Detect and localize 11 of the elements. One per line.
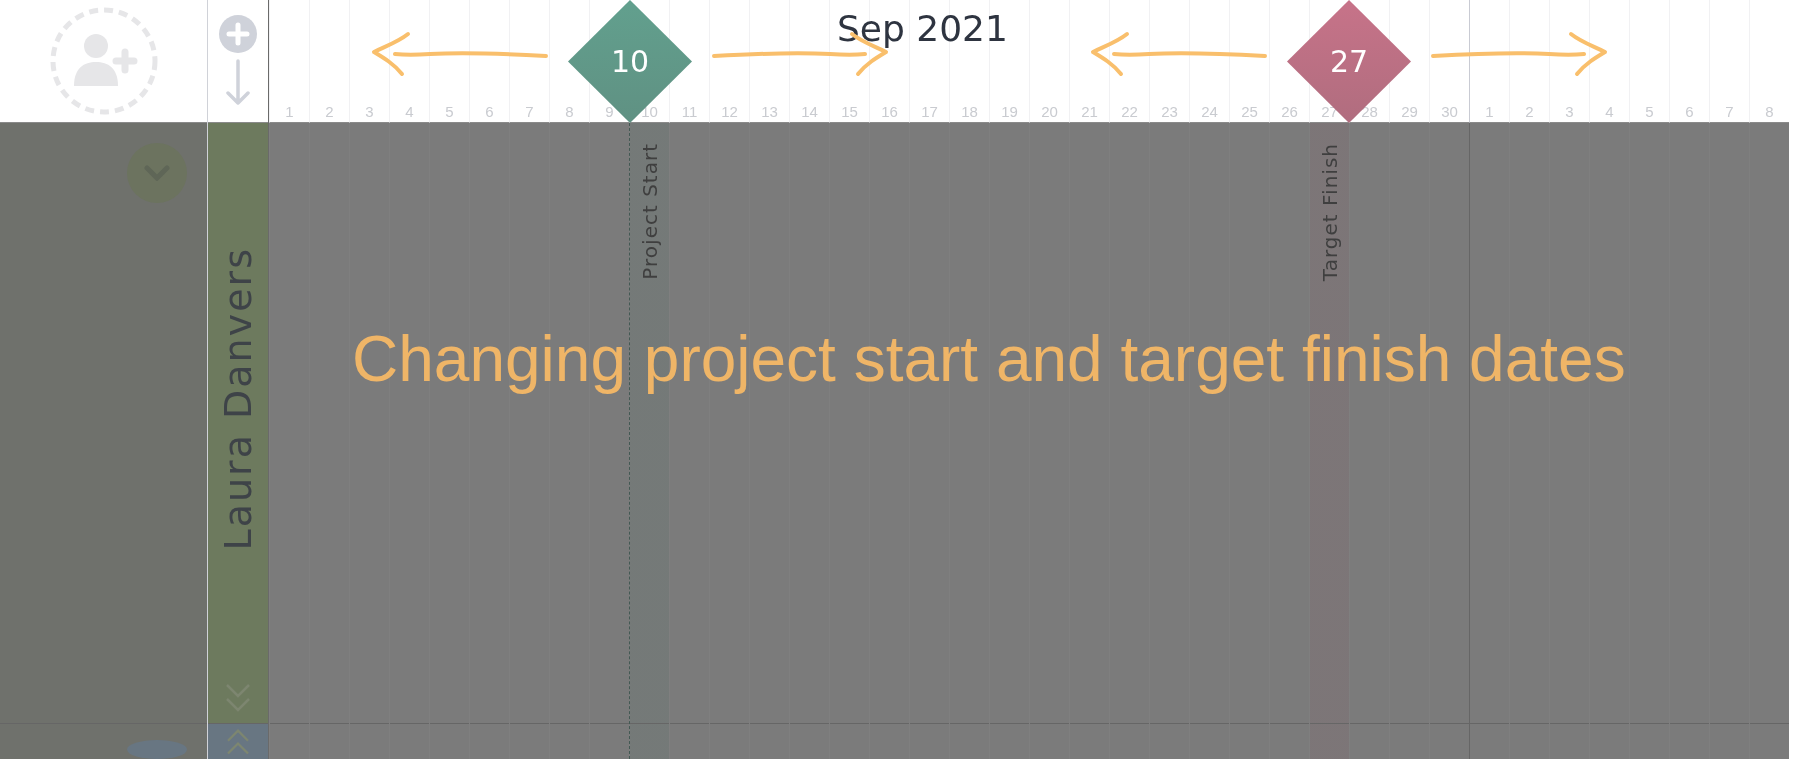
month-title: Sep 2021	[837, 8, 1008, 49]
left-arrow-icon	[1089, 30, 1267, 78]
add-person-icon[interactable]	[48, 6, 159, 116]
caption-text: Changing project start and target finish dates	[352, 322, 1626, 396]
left-arrow-icon	[370, 30, 548, 78]
add-button[interactable]	[219, 15, 257, 53]
marker-label: Project Start	[637, 143, 662, 280]
right-arrow-icon	[1431, 30, 1609, 78]
marker-label: Target Finish	[1317, 143, 1342, 282]
down-arrow-icon	[226, 59, 250, 107]
person-name: Laura Danvers	[216, 247, 260, 551]
